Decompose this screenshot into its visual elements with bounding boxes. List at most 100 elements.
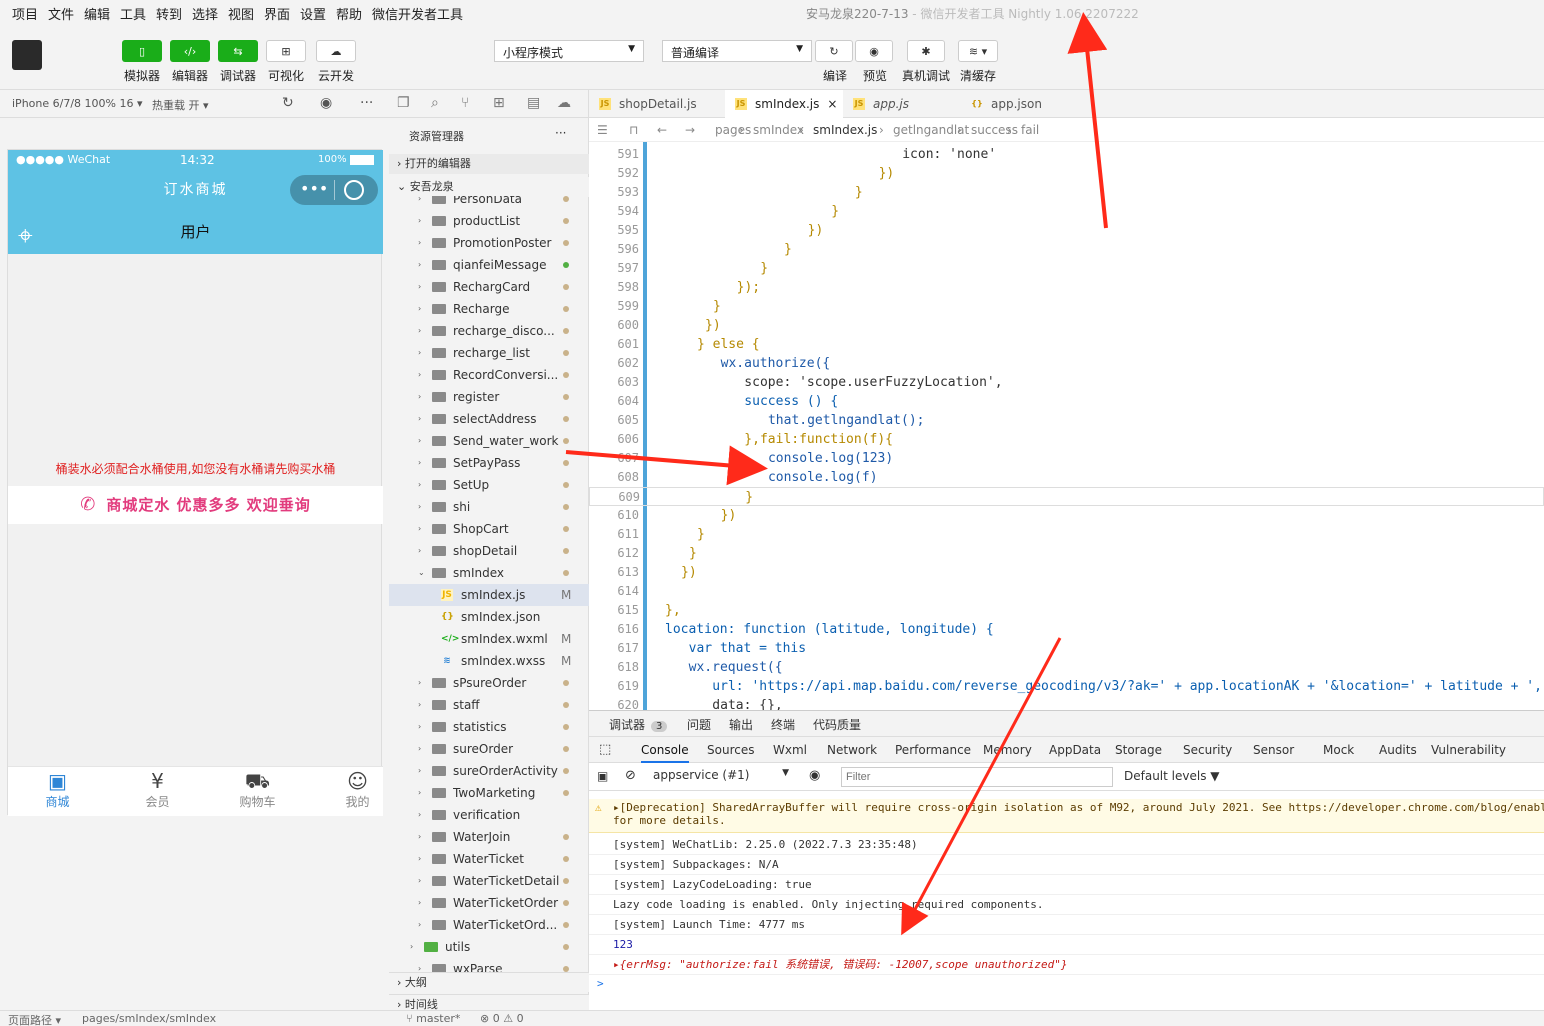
more-icon[interactable]: ··· xyxy=(360,95,373,111)
tree-item[interactable]: ⌄ smIndex xyxy=(389,562,589,584)
tree-item[interactable]: › WaterTicketDetail xyxy=(389,870,589,892)
devtools-panel-tab[interactable]: Performance xyxy=(895,743,971,757)
tree-item[interactable]: › sureOrder xyxy=(389,738,589,760)
compile-button[interactable]: ↻ xyxy=(815,40,853,62)
list-icon[interactable]: ☰ xyxy=(597,118,608,142)
tree-item[interactable]: › recharge_list xyxy=(389,342,589,364)
tree-item[interactable]: › RechargCard xyxy=(389,276,589,298)
tree-item[interactable]: › Send_water_work xyxy=(389,430,589,452)
editor-tab[interactable]: JS smIndex.js × xyxy=(725,90,843,118)
files-icon[interactable]: ❐ xyxy=(397,95,410,111)
tree-item[interactable]: › SetPayPass xyxy=(389,452,589,474)
device-select[interactable]: iPhone 6/7/8 100% 16 ▾ xyxy=(12,97,143,110)
tree-item[interactable]: › PromotionPoster xyxy=(389,232,589,254)
tree-item[interactable]: › sPsureOrder xyxy=(389,672,589,694)
menu-item-9[interactable]: 帮助 xyxy=(336,4,362,23)
close-icon[interactable]: × xyxy=(827,97,837,111)
console-message[interactable]: ▸{errMsg: "authorize:fail 系统错误, 错误码: -12… xyxy=(589,955,1544,975)
tree-item[interactable]: › register xyxy=(389,386,589,408)
menu-item-0[interactable]: 项目 xyxy=(12,4,38,23)
log-levels-select[interactable]: Default levels ▼ xyxy=(1124,769,1220,783)
breadcrumb-item[interactable]: smIndex.js xyxy=(813,118,877,142)
tree-item[interactable]: › selectAddress xyxy=(389,408,589,430)
devtools-top-tab[interactable]: 调试器 3 xyxy=(609,716,668,733)
tree-item[interactable]: › SetUp xyxy=(389,474,589,496)
devtools-top-tab[interactable]: 代码质量 xyxy=(813,716,861,733)
compile-select[interactable]: 普通编译 ▼ xyxy=(662,40,812,62)
menu-item-8[interactable]: 设置 xyxy=(300,4,326,23)
menu-item-5[interactable]: 选择 xyxy=(192,4,218,23)
preview-button[interactable]: ◉ xyxy=(855,40,893,62)
clear-console-icon[interactable]: ⊘ xyxy=(625,768,636,783)
simulator-toggle-button[interactable]: ▯ xyxy=(122,40,162,62)
editor-tab[interactable]: JS app.js xyxy=(843,90,961,118)
sidebar-toggle-icon[interactable]: ▣ xyxy=(597,769,608,783)
mode-select[interactable]: 小程序模式 ▼ xyxy=(494,40,644,62)
devtools-panel-tab[interactable]: Sensor xyxy=(1253,743,1294,757)
more-icon[interactable]: ••• xyxy=(300,179,328,198)
remote-debug-button[interactable]: ✱ xyxy=(907,40,945,62)
outline-section[interactable]: › 大纲 xyxy=(389,972,589,992)
menu-item-10[interactable]: 微信开发者工具 xyxy=(372,4,463,23)
clear-cache-button[interactable]: ≋ ▾ xyxy=(958,40,998,62)
hotreload-select[interactable]: 热重载 开 ▾ xyxy=(152,97,209,113)
devtools-panel-tab[interactable]: Vulnerability xyxy=(1431,743,1506,757)
page-path-label[interactable]: 页面路径 ▾ xyxy=(8,1012,61,1026)
devtools-panel-tab[interactable]: Wxml xyxy=(773,743,807,757)
avatar[interactable] xyxy=(12,40,42,70)
tree-item[interactable]: › utils xyxy=(389,936,589,958)
rotate-icon[interactable]: ↻ xyxy=(282,95,294,111)
close-circle-icon[interactable] xyxy=(344,180,364,200)
tree-item[interactable]: › ShopCart xyxy=(389,518,589,540)
tree-item[interactable]: › TwoMarketing xyxy=(389,782,589,804)
devtools-panel-tab[interactable]: Sources xyxy=(707,743,754,757)
tree-item[interactable]: ≋ smIndex.wxss M xyxy=(389,650,589,672)
visual-button[interactable]: ⊞ xyxy=(266,40,306,62)
tab-yen[interactable]: ¥ 会员 xyxy=(120,769,195,810)
tree-item[interactable]: › recharge_disco... xyxy=(389,320,589,342)
editor-toggle-button[interactable]: ‹/› xyxy=(170,40,210,62)
tree-item[interactable]: › productList xyxy=(389,210,589,232)
tab-user[interactable]: ☺ 我的 xyxy=(320,769,395,810)
console-prompt[interactable]: > xyxy=(589,977,1544,990)
tree-item[interactable]: › WaterJoin xyxy=(389,826,589,848)
problems-count[interactable]: ⊗ 0 ⚠ 0 xyxy=(480,1012,524,1025)
menu-item-7[interactable]: 界面 xyxy=(264,4,290,23)
eye-icon[interactable]: ◉ xyxy=(809,768,820,783)
tab-cart[interactable]: ⛟ 购物车 xyxy=(220,769,295,810)
tree-item[interactable]: JS smIndex.js M xyxy=(389,584,589,606)
breadcrumb-item[interactable]: fail xyxy=(1021,118,1039,142)
devtools-panel-tab[interactable]: Console xyxy=(641,743,689,763)
devtools-top-tab[interactable]: 问题 xyxy=(687,716,711,733)
tree-item[interactable]: › WaterTicketOrder xyxy=(389,892,589,914)
editor-tab[interactable]: {} app.json xyxy=(961,90,1079,118)
tree-item[interactable]: › RecordConversi... xyxy=(389,364,589,386)
tree-item[interactable]: › WaterTicketOrd... xyxy=(389,914,589,936)
tree-item[interactable]: </> smIndex.wxml M xyxy=(389,628,589,650)
tree-item[interactable]: › statistics xyxy=(389,716,589,738)
tree-item[interactable]: › qianfeiMessage xyxy=(389,254,589,276)
tree-item[interactable]: › sureOrderActivity xyxy=(389,760,589,782)
tree-item[interactable]: › shi xyxy=(389,496,589,518)
record-icon[interactable]: ◉ xyxy=(320,95,332,111)
tree-item[interactable]: › PersonData xyxy=(389,196,589,210)
tree-item[interactable]: › wxParse xyxy=(389,958,589,972)
context-select[interactable]: appservice (#1) ▼ xyxy=(653,768,793,786)
devtools-panel-tab[interactable]: Mock xyxy=(1323,743,1354,757)
menu-item-4[interactable]: 转到 xyxy=(156,4,182,23)
devtools-panel-tab[interactable]: Audits xyxy=(1379,743,1417,757)
breadcrumb-item[interactable]: pages xyxy=(715,118,751,142)
forward-icon[interactable]: → xyxy=(685,118,695,142)
debugger-toggle-button[interactable]: ⇆ xyxy=(218,40,258,62)
devtools-panel-tab[interactable]: Memory xyxy=(983,743,1032,757)
open-editors-section[interactable]: › 打开的编辑器 xyxy=(389,154,589,174)
tree-item[interactable]: › WaterTicket xyxy=(389,848,589,870)
devtools-panel-tab[interactable]: Storage xyxy=(1115,743,1162,757)
bookmark-icon[interactable]: ⊓ xyxy=(629,118,638,142)
tree-item[interactable]: › verification xyxy=(389,804,589,826)
capsule-menu[interactable]: ••• xyxy=(290,175,378,205)
menu-item-6[interactable]: 视图 xyxy=(228,4,254,23)
explorer-menu-icon[interactable]: ··· xyxy=(555,126,566,140)
tree-item[interactable]: › Recharge xyxy=(389,298,589,320)
promo-banner[interactable]: ✆ 商城定水 优惠多多 欢迎垂询 xyxy=(8,486,383,524)
